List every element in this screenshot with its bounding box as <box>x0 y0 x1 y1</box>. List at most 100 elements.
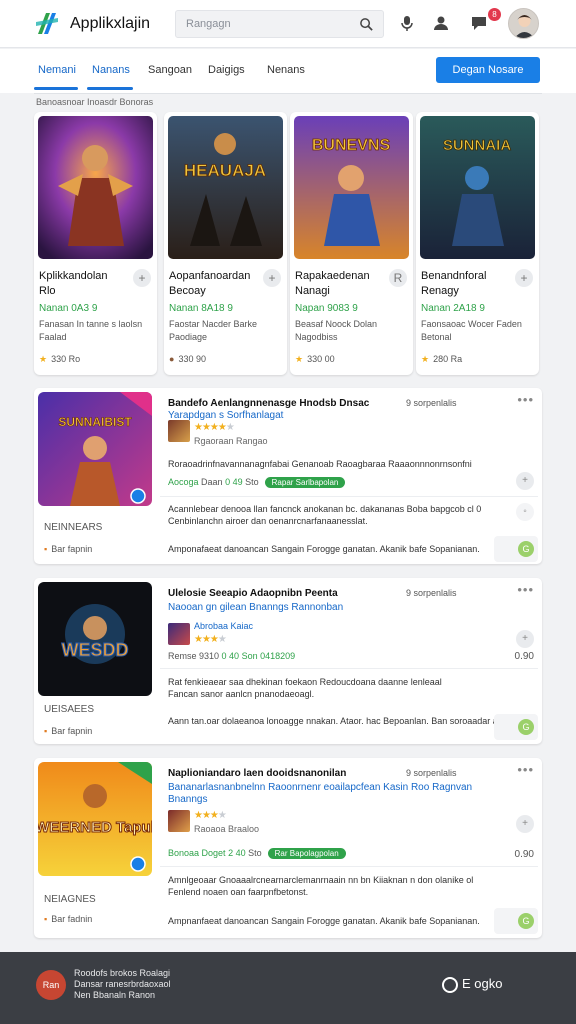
view-count: 9 sorpenlalis <box>406 588 457 598</box>
avatar[interactable] <box>508 8 539 39</box>
game-subtitle[interactable]: Bananarlasnanbnelnn Raoonrnenr eoailapcf… <box>168 782 513 806</box>
game-title[interactable]: Rapakaedenan Nanagi <box>295 269 383 299</box>
game-title[interactable]: Benandnforal Renagy <box>421 269 509 299</box>
footer-bar: Ran Roodofs brokos Roalagi Dansar ranesr… <box>0 952 576 1024</box>
publisher-thumbnail[interactable] <box>168 420 190 442</box>
list-item[interactable]: WESDD UEISAEES ▪ Bar fapnin Ulelosie Seea… <box>34 578 542 744</box>
game-meta: ★ 280 Ra <box>421 354 462 365</box>
game-cover-image[interactable]: WEERNED Tapul <box>38 762 152 876</box>
list-item[interactable]: SUNNAIBIST NEINNEARS ▪ Bar fapnin Bandefo… <box>34 388 542 564</box>
row-footer-small-text: Bar fapnin <box>51 544 93 554</box>
game-title[interactable]: Kplikkandolan Rlo <box>39 269 127 299</box>
top-bar: Applikxlajin Rangagn 8 <box>0 0 576 48</box>
game-title[interactable]: Aopanfanoardan Becoay <box>169 269 257 299</box>
row-value: 0.90 <box>514 849 534 860</box>
list-item[interactable]: WEERNED Tapul NEIAGNES ▪ Bar fadnin Napli… <box>34 758 542 938</box>
genre-label: NEIAGNES <box>44 894 96 905</box>
genre-label: NEINNEARS <box>44 522 103 533</box>
footer-avatar[interactable]: Ran <box>36 970 66 1000</box>
tab-1[interactable]: Nemani <box>38 64 76 76</box>
status-badge: Rapar Sarlbapolan <box>264 477 346 488</box>
game-cover-image[interactable]: HEAUAJA <box>168 116 283 259</box>
primary-action-button[interactable]: Degan Nosare <box>436 57 540 83</box>
meta-genre: Remse 9310 <box>168 651 220 661</box>
chat-icon[interactable] <box>470 14 488 32</box>
search-input[interactable]: Rangagn <box>186 18 231 30</box>
rating-label: Rgaoraan Rangao <box>194 436 268 446</box>
add-button[interactable]: + <box>516 630 534 648</box>
tag-icon: ▪ <box>44 544 48 554</box>
featured-card[interactable]: HEAUAJA Aopanfanoardan Becoay + Nanan 8A… <box>164 112 287 375</box>
publisher-thumbnail[interactable] <box>168 810 190 832</box>
more-options-icon[interactable]: ••• <box>517 582 534 597</box>
tab-3[interactable]: Sangoan <box>148 64 192 76</box>
footer-info: Roodofs brokos Roalagi Dansar ranesrbrda… <box>74 968 171 1001</box>
game-title[interactable]: Ulelosie Seeapio Adaopnibn Peenta <box>168 588 338 599</box>
more-options-icon[interactable]: ••• <box>517 762 534 777</box>
go-button[interactable]: G <box>518 913 534 929</box>
featured-card[interactable]: SUNNAIA Benandnforal Renagy + Nanan 2A18… <box>416 112 539 375</box>
tab-2-indicator <box>87 87 133 90</box>
footer-line: Dansar ranesrbrdaoxaol <box>74 979 171 989</box>
divider <box>34 93 542 94</box>
game-cover-image[interactable]: BUNEVNS <box>294 116 409 259</box>
footer-brand-text: E ogko <box>462 976 503 991</box>
game-title[interactable]: Bandefo Aenlangnnenasge Hnodsb Dnsac <box>168 398 369 409</box>
meta-score: 0 49 <box>225 477 243 487</box>
meta-genre: Aocoga <box>168 477 199 487</box>
game-description: Fanasan In tanne s laolsn Faalad <box>39 319 143 342</box>
add-button[interactable]: + <box>516 815 534 833</box>
app-name[interactable]: Applikxlajin <box>70 15 150 33</box>
microphone-icon[interactable] <box>398 14 416 32</box>
go-button[interactable]: G <box>518 719 534 735</box>
game-meta: ● 330 90 <box>169 354 206 364</box>
publisher-thumbnail[interactable] <box>168 623 190 645</box>
meta-score: 0 40 <box>221 651 240 661</box>
meta-d: Sto <box>245 477 259 487</box>
featured-card[interactable]: BUNEVNS Rapakaedenan Nanagi R Napan 9083… <box>290 112 413 375</box>
share-icon[interactable]: ◦ <box>516 503 534 521</box>
game-subtitle[interactable]: Yarapdgan s Sorfhanlagat <box>168 410 508 422</box>
rating-label: Raoaoa Braaloo <box>194 824 260 834</box>
search-icon[interactable] <box>359 17 374 32</box>
game-cover-image[interactable]: SUNNAIBIST <box>38 392 152 506</box>
tab-5[interactable]: Nenans <box>267 64 305 76</box>
cover-title-text: HEAUAJA <box>184 161 266 180</box>
breadcrumb[interactable]: Banoasnoar Inoasdr Bonoras <box>36 97 153 107</box>
game-title[interactable]: Naplioniandaro laen dooidsnanonilan <box>168 768 346 779</box>
add-button[interactable]: + <box>263 269 281 287</box>
row-meta: Remse 9310 0 40 Son 0418209 <box>168 651 295 661</box>
meta-d: Sto <box>248 848 262 858</box>
status-badge: Rar Bapolagpolan <box>267 848 346 859</box>
go-button[interactable]: G <box>518 541 534 557</box>
add-button[interactable]: + <box>515 269 533 287</box>
tag-icon: ▪ <box>44 914 48 924</box>
star-icon: ★ <box>421 354 430 364</box>
game-price: Nanan 8A18 9 <box>169 303 233 314</box>
rating-filled: ★★★★ <box>194 422 227 433</box>
row-footer: Aann tan.oar dolaeanoa lonoagge nnakan. … <box>168 716 529 726</box>
more-options-icon[interactable]: ••• <box>517 392 534 407</box>
user-icon[interactable] <box>432 14 450 32</box>
game-subtitle[interactable]: Naooan gn gilean Bnanngs Rannonban <box>168 602 508 614</box>
game-cover-image[interactable]: WESDD <box>38 582 152 696</box>
game-cover-image[interactable] <box>38 116 153 259</box>
row-description-line: Acannlebear denooa llan fancnck anokanan… <box>168 504 482 514</box>
row-description-line: Fenlend noaen oan faarpnfbetonst. <box>168 887 309 897</box>
row-footer: Amponafaeat danoancan Sangain Forogge ga… <box>168 544 480 554</box>
tab-2[interactable]: Nanans <box>92 64 130 76</box>
row-footer-small: ▪ Bar fapnin <box>44 726 92 736</box>
search-field[interactable]: Rangagn <box>175 10 384 38</box>
rating-stars: ★★★★ <box>194 634 227 645</box>
app-logo[interactable] <box>36 10 60 36</box>
meta-genre: Bonoaa Doget <box>168 848 226 858</box>
tab-bar: Nemani Nanans Sangoan Daigigs Nenans Deg… <box>0 49 576 93</box>
tab-4[interactable]: Daigigs <box>208 64 245 76</box>
add-button[interactable]: + <box>133 269 151 287</box>
game-cover-image[interactable]: SUNNAIA <box>420 116 535 259</box>
row-description-line: Fancan sanor aanlcn pnanodaeoagl. <box>168 689 315 699</box>
add-button[interactable]: R <box>389 269 407 287</box>
add-button[interactable]: + <box>516 472 534 490</box>
featured-card[interactable]: Kplikkandolan Rlo + Nanan 0A3 9 Fanasan … <box>34 112 157 375</box>
footer-brand[interactable]: E ogko <box>442 976 502 993</box>
